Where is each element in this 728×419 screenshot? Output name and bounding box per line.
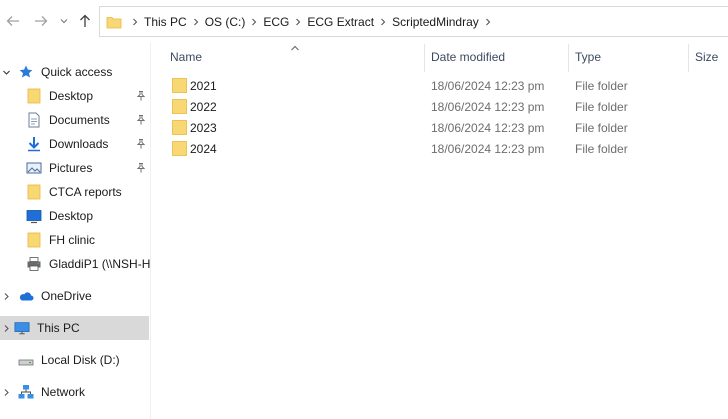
file-date: 18/06/2024 12:23 pm	[431, 120, 545, 135]
file-date: 18/06/2024 12:23 pm	[431, 99, 545, 114]
forward-arrow-icon	[35, 16, 48, 26]
file-row[interactable]: 2024 18/06/2024 12:23 pm File folder	[152, 138, 728, 159]
file-name: 2023	[190, 120, 217, 135]
pin-icon[interactable]	[135, 162, 147, 174]
address-bar[interactable]: This PC OS (C:) ECG ECG Extract Scripted…	[99, 6, 728, 37]
chevron-down-icon	[60, 19, 68, 24]
pictures-icon	[26, 160, 42, 176]
drive-icon	[18, 352, 34, 368]
network-icon	[18, 384, 34, 400]
navigation-bar: This PC OS (C:) ECG ECG Extract Scripted…	[0, 0, 728, 42]
breadcrumb-os-c[interactable]: OS (C:)	[205, 15, 246, 29]
sidebar-item-desktop-2[interactable]: Desktop	[0, 204, 151, 228]
recent-locations-button[interactable]	[57, 12, 71, 30]
chevron-right-icon[interactable]	[479, 15, 497, 29]
sidebar-item-ctca-reports[interactable]: CTCA reports	[0, 180, 151, 204]
chevron-down-icon[interactable]	[1, 67, 11, 77]
navigation-pane: Quick access Desktop Documents Downloads	[0, 42, 151, 419]
folder-icon	[172, 99, 187, 114]
pin-icon[interactable]	[135, 114, 147, 126]
chevron-right-icon[interactable]	[1, 323, 11, 333]
up-button[interactable]	[76, 12, 94, 30]
file-name: 2021	[190, 78, 217, 93]
sidebar-item-desktop[interactable]: Desktop	[0, 84, 151, 108]
sidebar-item-fh-clinic[interactable]: FH clinic	[0, 228, 151, 252]
folder-icon	[26, 184, 42, 200]
file-type: File folder	[575, 99, 628, 114]
file-type: File folder	[575, 78, 628, 93]
file-row[interactable]: 2023 18/06/2024 12:23 pm File folder	[152, 117, 728, 138]
cloud-icon	[18, 288, 34, 304]
column-header-size[interactable]: Size	[695, 42, 728, 72]
chevron-right-icon[interactable]	[245, 15, 263, 29]
sidebar-item-downloads[interactable]: Downloads	[0, 132, 151, 156]
column-divider[interactable]	[568, 44, 569, 72]
file-type: File folder	[575, 120, 628, 135]
star-icon	[18, 64, 34, 80]
sidebar-item-this-pc[interactable]: This PC	[0, 316, 149, 340]
column-header-date[interactable]: Date modified	[431, 42, 568, 72]
back-button[interactable]	[4, 12, 22, 30]
printer-icon	[26, 256, 42, 272]
chevron-right-icon[interactable]	[1, 291, 11, 301]
download-arrow-icon	[26, 136, 42, 152]
desktop-icon	[26, 208, 42, 224]
sidebar-item-pictures[interactable]: Pictures	[0, 156, 151, 180]
chevron-right-icon[interactable]	[374, 15, 392, 29]
sidebar-item-quick-access[interactable]: Quick access	[0, 60, 151, 84]
documents-icon	[26, 112, 42, 128]
back-arrow-icon	[6, 16, 19, 26]
file-list: Name Date modified Type Size 2021 18/06/…	[152, 42, 728, 419]
breadcrumb-this-pc[interactable]: This PC	[144, 15, 187, 29]
breadcrumb-scriptedmindray[interactable]: ScriptedMindray	[392, 15, 479, 29]
pin-icon[interactable]	[135, 90, 147, 102]
file-date: 18/06/2024 12:23 pm	[431, 78, 545, 93]
sidebar-item-network[interactable]: Network	[0, 380, 151, 404]
breadcrumb-ecg-extract[interactable]: ECG Extract	[307, 15, 374, 29]
sidebar-item-documents[interactable]: Documents	[0, 108, 151, 132]
column-header-name[interactable]: Name	[170, 42, 424, 72]
chevron-right-icon[interactable]	[289, 15, 307, 29]
forward-button[interactable]	[32, 12, 50, 30]
file-name: 2024	[190, 141, 217, 156]
folder-icon	[172, 120, 187, 135]
breadcrumb-ecg[interactable]: ECG	[263, 15, 289, 29]
sidebar-item-onedrive[interactable]: OneDrive	[0, 284, 151, 308]
file-row[interactable]: 2021 18/06/2024 12:23 pm File folder	[152, 75, 728, 96]
pin-icon[interactable]	[135, 138, 147, 150]
folder-icon	[172, 141, 187, 156]
folder-icon	[172, 78, 187, 93]
chevron-right-icon[interactable]	[126, 15, 144, 29]
sidebar-item-local-disk[interactable]: Local Disk (D:)	[0, 348, 151, 372]
folder-icon	[26, 232, 42, 248]
sidebar-item-gladdip1[interactable]: GladdiP1 (\\NSH-H	[0, 252, 151, 276]
chevron-right-icon[interactable]	[1, 387, 11, 397]
chevron-right-icon[interactable]	[187, 15, 205, 29]
column-divider[interactable]	[424, 44, 425, 72]
column-header-type[interactable]: Type	[575, 42, 688, 72]
folder-icon	[106, 14, 122, 30]
computer-icon	[14, 320, 30, 336]
file-row[interactable]: 2022 18/06/2024 12:23 pm File folder	[152, 96, 728, 117]
file-date: 18/06/2024 12:23 pm	[431, 141, 545, 156]
folder-icon	[26, 88, 42, 104]
file-name: 2022	[190, 99, 217, 114]
up-arrow-icon	[80, 14, 90, 27]
file-type: File folder	[575, 141, 628, 156]
column-divider[interactable]	[688, 44, 689, 72]
